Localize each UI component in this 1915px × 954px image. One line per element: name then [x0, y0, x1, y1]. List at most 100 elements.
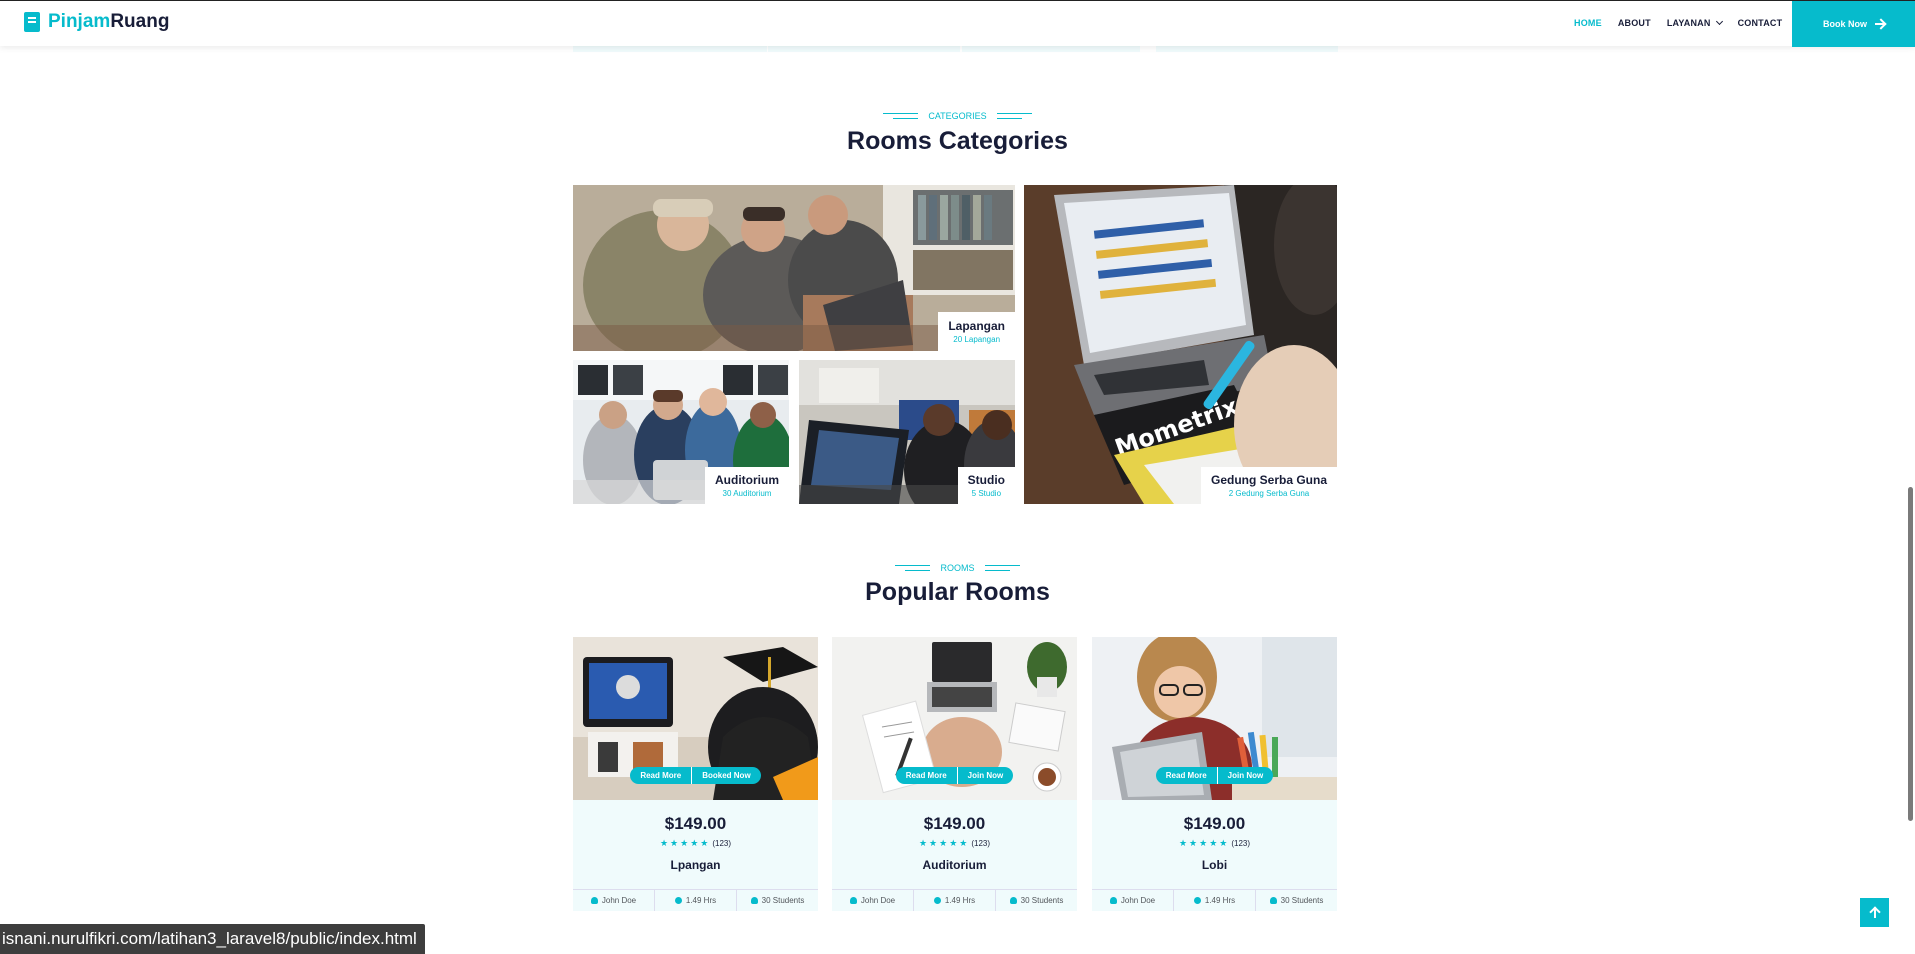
- category-name: Studio: [967, 473, 1005, 487]
- meta-hours: 1.49 Hrs: [655, 890, 737, 911]
- arrow-right-icon: [1875, 23, 1884, 25]
- rating: ★ ★ ★ ★ ★ (123): [573, 838, 818, 849]
- brand-name: PinjamRuang: [48, 11, 170, 32]
- star-icon: ★: [929, 838, 938, 848]
- read-more-button[interactable]: Read More: [1155, 767, 1218, 784]
- star-icon: ★: [1189, 838, 1198, 848]
- hours-text: 1.49 Hrs: [944, 896, 976, 905]
- book-now-button[interactable]: Book Now: [1792, 1, 1915, 47]
- categories-title: Rooms Categories: [847, 127, 1068, 155]
- user-icon: [849, 897, 857, 904]
- meta-owner: John Doe: [1092, 890, 1174, 911]
- room-card-lpangan: Read More Booked Now $149.00 ★ ★ ★ ★ ★ (123)…: [573, 637, 818, 911]
- user-icon: [1009, 897, 1017, 904]
- nav-about[interactable]: ABOUT: [1618, 18, 1651, 28]
- join-now-button[interactable]: Join Now: [1217, 767, 1274, 784]
- star-icon: ★: [659, 838, 669, 848]
- star-icon: ★: [959, 838, 968, 848]
- card-meta: John Doe 1.49 Hrs 30 Students: [573, 889, 818, 911]
- card-meta: John Doe 1.49 Hrs 30 Students: [832, 889, 1077, 911]
- students-text: 30 Students: [1280, 896, 1324, 905]
- category-studio[interactable]: Studio 5 Studio: [799, 360, 1015, 504]
- clock-icon: [1193, 897, 1201, 904]
- meta-hours: 1.49 Hrs: [914, 890, 996, 911]
- star-icon: ★: [949, 838, 958, 848]
- previous-section-remnant: [768, 46, 960, 52]
- category-name: Lapangan: [948, 319, 1005, 333]
- room-card-lobi: Read More Join Now $149.00 ★ ★ ★ ★ ★ (123) L…: [1092, 637, 1337, 911]
- category-label: Auditorium 30 Auditorium: [705, 467, 789, 504]
- card-body: $149.00 ★ ★ ★ ★ ★ (123) Lobi: [1092, 800, 1337, 889]
- category-count: 20 Lapangan: [953, 335, 1001, 344]
- owner-text: John Doe: [601, 896, 637, 905]
- star-icon: ★: [1199, 838, 1208, 848]
- chevron-down-icon: [1715, 17, 1723, 26]
- status-bar-url: isnani.nurulfikri.com/latihan3_laravel8/…: [0, 924, 425, 954]
- card-actions: Read More Join Now: [832, 767, 1077, 784]
- nav-layanan[interactable]: LAYANAN: [1667, 17, 1723, 28]
- category-photo: Mometrix: [1024, 185, 1337, 504]
- category-count: 5 Studio: [971, 489, 1002, 498]
- clock-icon: [674, 897, 682, 904]
- user-icon: [1269, 897, 1277, 904]
- room-name: Lobi: [1201, 858, 1228, 872]
- category-gedung-serba-guna[interactable]: Mometrix Gedung Serba Guna 2 Gedung Serb…: [1024, 185, 1337, 504]
- review-count: (123): [1231, 839, 1251, 848]
- decor-lines: [883, 113, 919, 119]
- brand-logo[interactable]: PinjamRuang: [24, 11, 169, 33]
- hours-text: 1.49 Hrs: [685, 896, 717, 905]
- user-icon: [1109, 897, 1117, 904]
- previous-section-remnant: [962, 46, 1140, 52]
- categories-subtitle-text: CATEGORIES: [928, 111, 987, 121]
- scrollbar-thumb[interactable]: [1908, 487, 1913, 821]
- rooms-subtitle: ROOMS: [0, 563, 1915, 573]
- navbar: PinjamRuang HOME ABOUT LAYANAN CONTACT B…: [0, 0, 1915, 47]
- room-price: $149.00: [664, 814, 727, 833]
- read-more-button[interactable]: Read More: [630, 767, 693, 784]
- category-lapangan[interactable]: Lapangan 20 Lapangan: [573, 185, 1015, 351]
- room-price: $149.00: [923, 814, 986, 833]
- card-actions: Read More Join Now: [1092, 767, 1337, 784]
- card-body: $149.00 ★ ★ ★ ★ ★ (123) Lpangan: [573, 800, 818, 889]
- star-icon: ★: [700, 838, 709, 848]
- meta-students: 30 Students: [996, 890, 1077, 911]
- room-price: $149.00: [1183, 814, 1246, 833]
- decor-lines: [996, 113, 1032, 119]
- star-icon: ★: [1219, 838, 1228, 848]
- card-actions: Read More Booked Now: [573, 767, 818, 784]
- meta-owner: John Doe: [832, 890, 914, 911]
- read-more-button[interactable]: Read More: [895, 767, 958, 784]
- hours-text: 1.49 Hrs: [1204, 896, 1236, 905]
- page: PinjamRuang HOME ABOUT LAYANAN CONTACT B…: [0, 0, 1915, 954]
- owner-text: John Doe: [1120, 896, 1156, 905]
- join-now-button[interactable]: Join Now: [957, 767, 1014, 784]
- user-icon: [590, 897, 598, 904]
- category-auditorium[interactable]: Auditorium 30 Auditorium: [573, 360, 789, 504]
- owner-text: John Doe: [860, 896, 896, 905]
- star-icon: ★: [680, 838, 689, 848]
- star-icon: ★: [690, 838, 699, 848]
- students-text: 30 Students: [1020, 896, 1064, 905]
- card-body: $149.00 ★ ★ ★ ★ ★ (123) Auditorium: [832, 800, 1077, 889]
- booked-now-button[interactable]: Booked Now: [692, 767, 761, 784]
- clock-icon: [933, 897, 941, 904]
- category-count: 2 Gedung Serba Guna: [1228, 489, 1310, 498]
- category-label: Lapangan 20 Lapangan: [938, 312, 1015, 351]
- star-icon: ★: [670, 838, 679, 848]
- room-photo: Read More Booked Now: [573, 637, 818, 800]
- star-icon: ★: [1178, 838, 1188, 848]
- room-photo: Read More Join Now: [832, 637, 1077, 800]
- category-count: 30 Auditorium: [722, 489, 772, 498]
- decor-lines: [984, 565, 1020, 571]
- category-name: Auditorium: [715, 473, 779, 487]
- back-to-top-button[interactable]: [1860, 898, 1889, 927]
- main-nav: HOME ABOUT LAYANAN CONTACT: [1574, 17, 1798, 28]
- card-meta: John Doe 1.49 Hrs 30 Students: [1092, 889, 1337, 911]
- nav-contact[interactable]: CONTACT: [1738, 18, 1783, 28]
- category-label: Studio 5 Studio: [957, 467, 1015, 504]
- nav-home[interactable]: HOME: [1574, 18, 1602, 28]
- previous-section-remnant: [1156, 46, 1338, 52]
- rooms-title: Popular Rooms: [865, 578, 1050, 606]
- meta-hours: 1.49 Hrs: [1174, 890, 1256, 911]
- rating: ★ ★ ★ ★ ★ (123): [832, 838, 1077, 849]
